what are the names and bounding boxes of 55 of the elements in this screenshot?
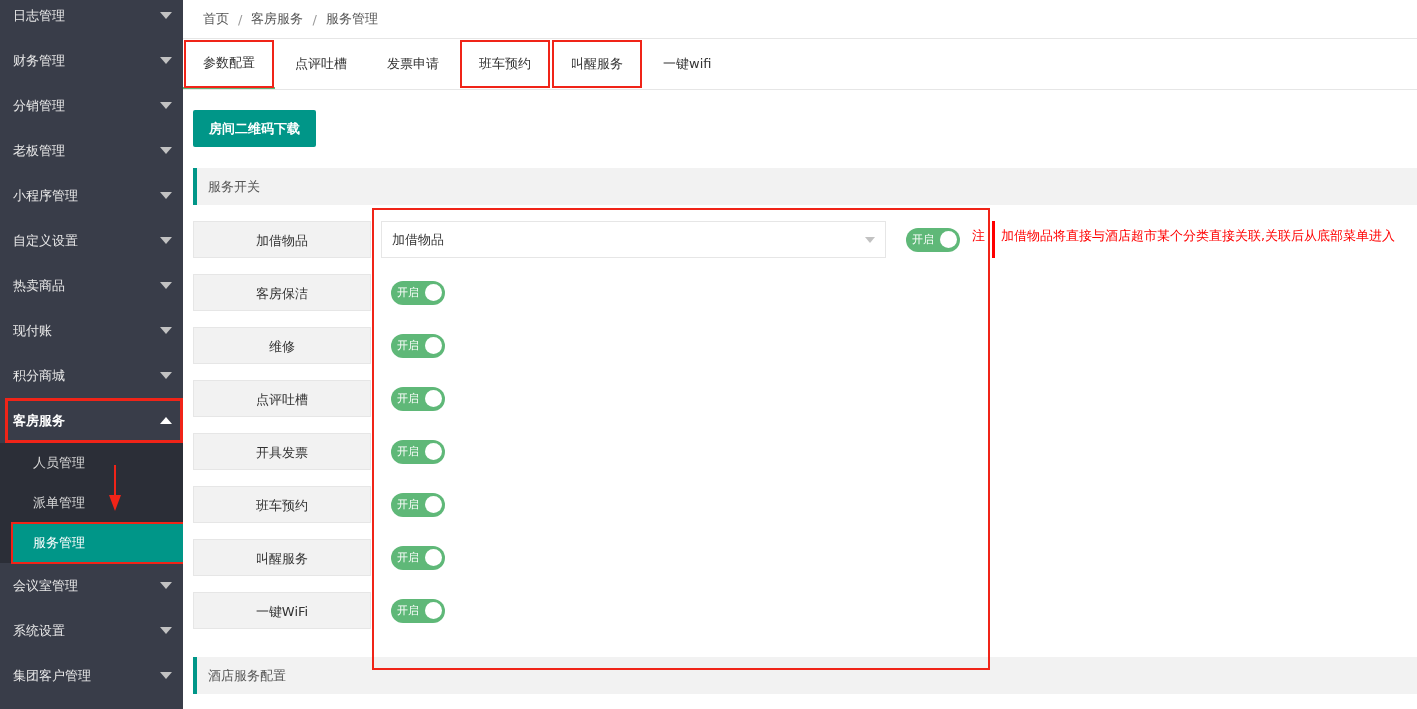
section-header: 服务开关 (193, 168, 1417, 205)
field-label: 客房保洁 (193, 274, 371, 311)
caret-icon (160, 192, 172, 199)
breadcrumb-separator: / (238, 11, 243, 27)
breadcrumb-link[interactable]: 首页 (203, 10, 229, 28)
note-text: 加借物品将直接与酒店超市某个分类直接关联,关联后从底部菜单进入 (1001, 227, 1395, 245)
field-label: 点评吐槽 (193, 380, 371, 417)
sidebar-item[interactable]: 客房服务 (5, 398, 183, 443)
sidebar-item[interactable]: 现付账 (0, 308, 183, 353)
caret-icon (160, 582, 172, 589)
caret-icon (160, 627, 172, 634)
sidebar-item[interactable]: 热卖商品 (0, 263, 183, 308)
tab[interactable]: 参数配置 (183, 39, 275, 89)
caret-icon (160, 237, 172, 244)
field-label: 维修 (193, 327, 371, 364)
field-label: 叫醒服务 (193, 539, 371, 576)
caret-icon (160, 102, 172, 109)
caret-icon (160, 327, 172, 334)
sidebar-item[interactable]: 积分商城 (0, 353, 183, 398)
tab[interactable]: 叫醒服务 (551, 39, 643, 89)
sidebar-subitem[interactable]: 人员管理 (0, 443, 183, 483)
sidebar-item[interactable]: 日志管理 (0, 0, 183, 38)
caret-icon (160, 147, 172, 154)
caret-icon (160, 57, 172, 64)
field-label: 开具发票 (193, 433, 371, 470)
sidebar-subitem[interactable]: 服务管理 (12, 523, 183, 563)
sidebar-item[interactable]: 老板管理 (0, 128, 183, 173)
sidebar-item[interactable]: 分销管理 (0, 83, 183, 128)
tab[interactable]: 发票申请 (367, 39, 459, 89)
sidebar-item[interactable]: 会议室管理 (0, 563, 183, 608)
download-button[interactable]: 房间二维码下载 (193, 110, 316, 147)
caret-icon (160, 372, 172, 379)
field-label: 加借物品 (193, 221, 371, 258)
note-label: 注 (972, 221, 995, 258)
select-field[interactable]: 加借物品 (381, 221, 886, 258)
sidebar-item[interactable]: 财务管理 (0, 38, 183, 83)
caret-icon (160, 12, 172, 19)
caret-icon (160, 417, 172, 424)
breadcrumb-separator: / (312, 11, 317, 27)
caret-icon (160, 282, 172, 289)
caret-icon (865, 236, 875, 243)
caret-icon (160, 672, 172, 679)
field-label: 一键WiFi (193, 592, 371, 629)
field-label: 班车预约 (193, 486, 371, 523)
sidebar-subitem[interactable]: 派单管理 (0, 483, 183, 523)
sidebar-item[interactable]: 小程序管理 (0, 173, 183, 218)
tab[interactable]: 点评吐槽 (275, 39, 367, 89)
tab[interactable]: 班车预约 (459, 39, 551, 89)
breadcrumb-link[interactable]: 客房服务 (251, 10, 304, 28)
breadcrumb-link[interactable]: 服务管理 (325, 10, 378, 28)
sidebar-item[interactable]: 自定义设置 (0, 218, 183, 263)
tab[interactable]: 一键wifi (643, 39, 732, 89)
sidebar-item[interactable]: 系统设置 (0, 608, 183, 653)
section-header: 酒店服务配置 (193, 657, 1417, 694)
sidebar-item[interactable]: 集团客户管理 (0, 653, 183, 698)
